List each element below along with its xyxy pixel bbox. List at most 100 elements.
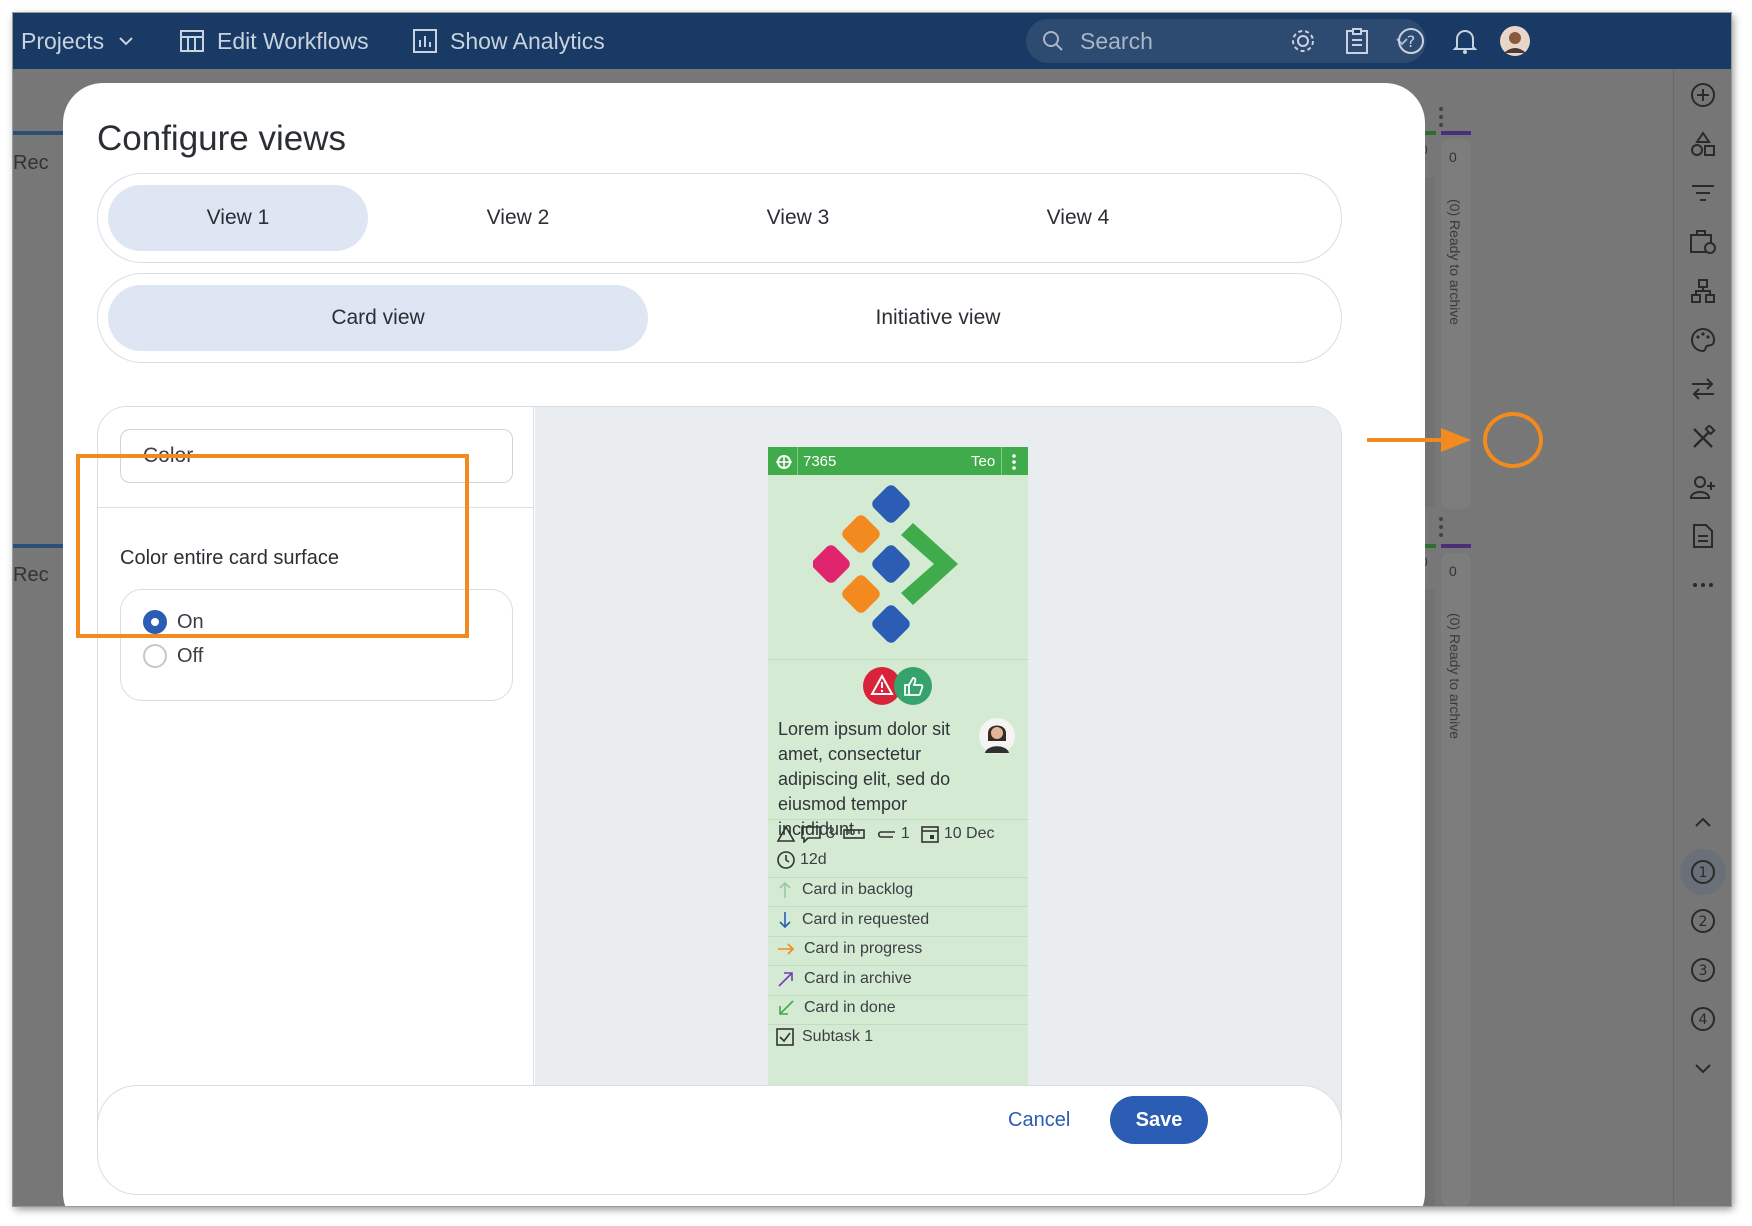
svg-text:?: ? (1407, 32, 1416, 51)
relation-row: Card in progress (776, 939, 922, 959)
notifications-bell-icon[interactable] (1447, 23, 1483, 59)
svg-text:3: 3 (1699, 963, 1708, 979)
column-label-top: Rec (13, 152, 49, 174)
archive-count: 0 (1449, 563, 1457, 579)
tab-initiative-view[interactable]: Initiative view (668, 285, 1208, 351)
card-divider (768, 1024, 1028, 1025)
card-divider (768, 965, 1028, 966)
warning-triangle-icon (776, 825, 796, 843)
svg-text:4: 4 (1699, 1012, 1708, 1028)
thumbs-up-badge-icon (894, 667, 932, 705)
configure-views-tools-icon[interactable] (1685, 420, 1721, 456)
user-avatar[interactable] (1497, 23, 1533, 59)
save-button[interactable]: Save (1110, 1096, 1208, 1144)
relation-row: Card in backlog (776, 880, 913, 900)
tab-view-3[interactable]: View 3 (668, 185, 928, 251)
card-cover-logo (813, 483, 983, 653)
shapes-icon[interactable] (1685, 126, 1721, 162)
ruler-icon (843, 827, 865, 841)
show-analytics-button[interactable]: Show Analytics (412, 13, 605, 69)
app-window: Projects Edit Workflows Show Analytics S… (13, 13, 1731, 1206)
card-header: 7365 Teo (768, 447, 1028, 475)
show-analytics-label: Show Analytics (450, 27, 605, 54)
header-divider-right (1001, 447, 1002, 475)
due-date: 10 Dec (943, 825, 995, 842)
lane-progress-purple-2 (1441, 544, 1471, 548)
card-divider (768, 877, 1028, 878)
right-tool-rail: 1 2 3 4 (1673, 69, 1731, 1206)
attachment-icon (875, 827, 897, 841)
radio-off-label: Off (177, 644, 204, 667)
configure-views-dialog: Configure views View 1 View 2 View 3 Vie… (63, 83, 1425, 1206)
chevron-down-icon[interactable] (1685, 1050, 1721, 1086)
card-age-row: 12d (776, 850, 827, 870)
relation-row: Card in requested (776, 910, 929, 930)
tab-view-1[interactable]: View 1 (108, 185, 368, 251)
comment-icon (800, 825, 822, 843)
view-2-icon[interactable]: 2 (1685, 903, 1721, 939)
comments-count: 3 (826, 825, 835, 842)
search-icon (1042, 30, 1064, 52)
subtask-row: Subtask 1 (776, 1028, 873, 1046)
tab-view-4[interactable]: View 4 (948, 185, 1208, 251)
header-divider (797, 447, 798, 475)
palette-icon[interactable] (1685, 322, 1721, 358)
add-user-icon[interactable] (1685, 469, 1721, 505)
card-meta-row: 3 1 10 Dec (776, 824, 995, 844)
relation-row: Card in archive (776, 969, 912, 989)
hierarchy-icon[interactable] (1685, 273, 1721, 309)
more-horizontal-icon[interactable] (1685, 567, 1721, 603)
card-id: 7365 (803, 453, 837, 470)
swap-arrows-icon[interactable] (1685, 371, 1721, 407)
card-divider (768, 995, 1028, 996)
more-vertical-icon (1437, 105, 1445, 129)
card-owner: Teo (971, 453, 996, 470)
analytics-icon (412, 28, 438, 54)
view-3-icon[interactable]: 3 (1685, 952, 1721, 988)
card-age: 12d (800, 851, 827, 868)
projects-menu[interactable]: Projects (21, 13, 136, 69)
archive-column-bottom: 0 (0) Ready to archive (1441, 553, 1471, 1206)
lane-top-bar (13, 131, 63, 135)
relation-label: Card in requested (802, 911, 930, 928)
subtask-label: Subtask 1 (802, 1028, 874, 1045)
projects-label: Projects (21, 27, 105, 54)
more-vertical-icon (1437, 515, 1445, 539)
lane-progress-purple (1441, 131, 1471, 135)
clipboard-icon[interactable] (1339, 23, 1375, 59)
chevron-up-icon[interactable] (1685, 804, 1721, 840)
settings-gear-icon[interactable] (1285, 23, 1321, 59)
radio-off-button[interactable] (143, 644, 167, 668)
view-1-icon[interactable]: 1 (1685, 854, 1721, 890)
chevron-down-icon (116, 31, 136, 51)
cancel-button[interactable]: Cancel (1008, 1096, 1070, 1144)
card-divider (768, 819, 1028, 820)
card-divider (768, 659, 1028, 660)
filter-icon[interactable] (1685, 175, 1721, 211)
help-icon[interactable]: ? (1393, 23, 1429, 59)
briefcase-clock-icon[interactable] (1685, 224, 1721, 260)
lane-bottom-bar (13, 544, 63, 548)
column-label-bottom: Rec (13, 564, 49, 586)
radio-option-off[interactable]: Off (143, 644, 203, 668)
document-icon[interactable] (1685, 518, 1721, 554)
tab-view-2[interactable]: View 2 (388, 185, 648, 251)
edit-workflows-button[interactable]: Edit Workflows (179, 13, 369, 69)
attachments-count: 1 (900, 825, 910, 842)
add-circle-icon[interactable] (1685, 77, 1721, 113)
archive-lane-label: (0) Ready to archive (1447, 199, 1463, 326)
annotation-arrow (1367, 425, 1477, 455)
dialog-title: Configure views (97, 119, 346, 158)
archive-count: 0 (1449, 149, 1457, 165)
tab-card-view[interactable]: Card view (108, 285, 648, 351)
relation-label: Card in backlog (802, 881, 914, 898)
view-4-icon[interactable]: 4 (1685, 1001, 1721, 1037)
annotation-highlight-circle (1483, 412, 1543, 468)
top-navigation-bar: Projects Edit Workflows Show Analytics S… (13, 13, 1731, 69)
card-divider (768, 936, 1028, 937)
card-menu-icon[interactable] (1011, 453, 1017, 471)
svg-text:2: 2 (1699, 914, 1708, 930)
checkbox-checked-icon (776, 1028, 794, 1046)
arrow-down-icon (776, 910, 794, 930)
relation-row: Card in done (776, 998, 896, 1018)
